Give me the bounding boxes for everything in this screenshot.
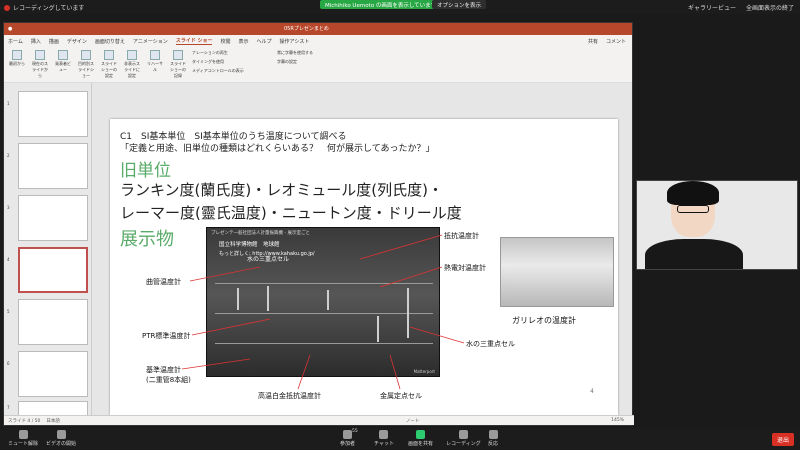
slide-thumbnail[interactable] [18,143,88,189]
timer-icon [150,50,160,60]
tab-slideshow[interactable]: スライド ショー [175,37,213,45]
zoom-level[interactable]: 145% [611,418,624,423]
thumbnail-number: 3 [7,205,10,210]
participants-count: 55 [352,429,358,434]
recording-indicator: レコーディングしています [4,3,84,12]
slide-thumbnail[interactable] [18,91,88,137]
share-screen-icon [416,430,425,439]
sharing-banner: Michihiko Uemoto の画面を表示しています [320,0,442,9]
ppt-filename: 05Rプレゼンまとめ [284,26,329,32]
rehearse-button[interactable]: リハーサル [146,50,164,73]
hide-slide-button[interactable]: 非表示スライドに設定 [123,50,141,79]
gallery-view-button[interactable]: ギャラリービュー [688,3,736,12]
from-current-button[interactable]: 現在のスライドから [31,50,49,79]
participant-video-tile [636,180,798,270]
ppt-ribbon: 最初から 現在のスライドから 発表者ビュー 目的別スライドショー スライドショー… [4,47,632,83]
slide-thumbnail-selected[interactable] [18,247,88,293]
slide-thumbnail[interactable] [18,195,88,241]
thumbnail-number: 4 [7,257,10,262]
share-button[interactable]: 共有 [588,38,598,45]
tab-review[interactable]: 校閲 [220,38,230,45]
custom-show-button[interactable]: 目的別スライドショー [77,50,95,79]
tab-help[interactable]: ヘルプ [257,38,272,45]
play-narrations-checkbox[interactable]: ナレーションの再生 [192,50,272,56]
tab-view[interactable]: 表示 [239,38,249,45]
callout-line [389,354,401,390]
slide-thumbnail[interactable] [18,299,88,345]
tab-transitions[interactable]: 画面切り替え [95,38,125,45]
tab-design[interactable]: デザイン [67,38,87,45]
record-icon [458,430,468,439]
callout-line [409,326,465,344]
record-icon [173,50,183,60]
exit-fullscreen-button[interactable]: 全画面表示の終了 [746,3,794,12]
callout-lines [181,234,465,390]
ppt-title-bar: ● 05Rプレゼンまとめ [4,23,632,35]
participant-body [645,239,743,269]
callout-line [297,354,311,390]
thumbnail-number: 1 [7,101,10,106]
presenter-view-button[interactable]: 発表者ビュー [54,50,72,73]
callout-line [379,266,443,288]
current-slide: C1 SI基本単位 SI基本単位のうち温度について調べる 「定義と用途、旧単位の… [110,119,618,415]
unmute-button[interactable]: ミュート解除 [8,430,38,447]
participant-glasses [677,205,709,213]
setup-icon [104,50,114,60]
chat-button[interactable]: チャット [374,430,394,447]
thumbnail-number: 6 [7,361,10,366]
use-timings-checkbox[interactable]: タイミングを使用 [192,59,272,65]
callout-line [181,358,251,370]
autosave-icon: ● [8,26,13,32]
thumbnail-number: 2 [7,153,10,158]
record-icon [4,4,10,11]
leave-meeting-button[interactable]: 退出 [771,433,794,446]
video-off-icon [56,430,66,439]
slide-number: 4 [590,388,594,395]
participants-icon [343,430,352,439]
record-button[interactable]: レコーディング [446,430,481,447]
tab-insert[interactable]: 挿入 [31,38,41,45]
tab-tell-me[interactable]: 操作アシスト [280,38,310,45]
callout-line [191,318,271,336]
view-options-button[interactable]: オプションを表示 [432,0,487,9]
shared-powerpoint-window: ● 05Rプレゼンまとめ ホーム 挿入 描画 デザイン 画面切り替え アニメーシ… [3,22,634,426]
tab-home[interactable]: ホーム [8,38,23,45]
media-controls-checkbox[interactable]: メディアコントロールの表示 [192,68,272,74]
slide-thumbnail[interactable] [18,351,88,397]
tab-animations[interactable]: アニメーション [133,38,168,45]
slideshow-icon [35,50,45,60]
hide-slide-icon [127,50,137,60]
comments-button[interactable]: コメント [606,38,626,45]
thumbnail-number: 7 [7,405,10,410]
recording-text: レコーディングしています [13,5,85,12]
from-beginning-button[interactable]: 最初から [8,50,26,67]
tab-draw[interactable]: 描画 [49,38,59,45]
microphone-muted-icon [18,430,28,439]
record-show-button[interactable]: スライドショーの記録 [169,50,187,79]
subtitle-settings-dropdown[interactable]: 字幕の設定 [277,59,347,65]
ppt-status-bar: スライド 4 / 50 日本語 ノート 145% [4,415,634,425]
ppt-ribbon-tabs: ホーム 挿入 描画 デザイン 画面切り替え アニメーション スライド ショー 校… [4,35,632,47]
custom-show-icon [81,50,91,60]
slide-thumbnail-pane: 1 2 3 4 5 6 7 [4,83,92,417]
chat-icon [379,430,389,439]
slide-editor-area: C1 SI基本単位 SI基本単位のうち温度について調べる 「定義と用途、旧単位の… [92,83,632,417]
callout-line [359,234,443,260]
always-subtitles-checkbox[interactable]: 常に字幕を使用する [277,50,347,56]
presenter-icon [58,50,68,60]
start-video-button[interactable]: ビデオの開始 [46,430,76,447]
slideshow-icon [12,50,22,60]
status-language: 日本語 [46,418,60,424]
zoom-top-bar: レコーディングしています Michihiko Uemoto の画面を表示していま… [0,0,800,14]
status-slide-count: スライド 4 / 50 [8,418,41,424]
callout-line [189,266,261,282]
setup-show-button[interactable]: スライドショーの設定 [100,50,118,79]
reactions-button[interactable]: 反応 [488,430,498,447]
participant-hair [667,181,719,205]
smiley-icon [488,430,498,439]
thumbnail-number: 5 [7,309,10,314]
share-screen-button[interactable]: 画面を共有 [408,430,433,447]
notes-button[interactable]: ノート [406,418,420,424]
zoom-toolbar: ミュート解除 ビデオの開始 参加者 55 チャット 画面を共有 レコーディング … [0,428,800,450]
